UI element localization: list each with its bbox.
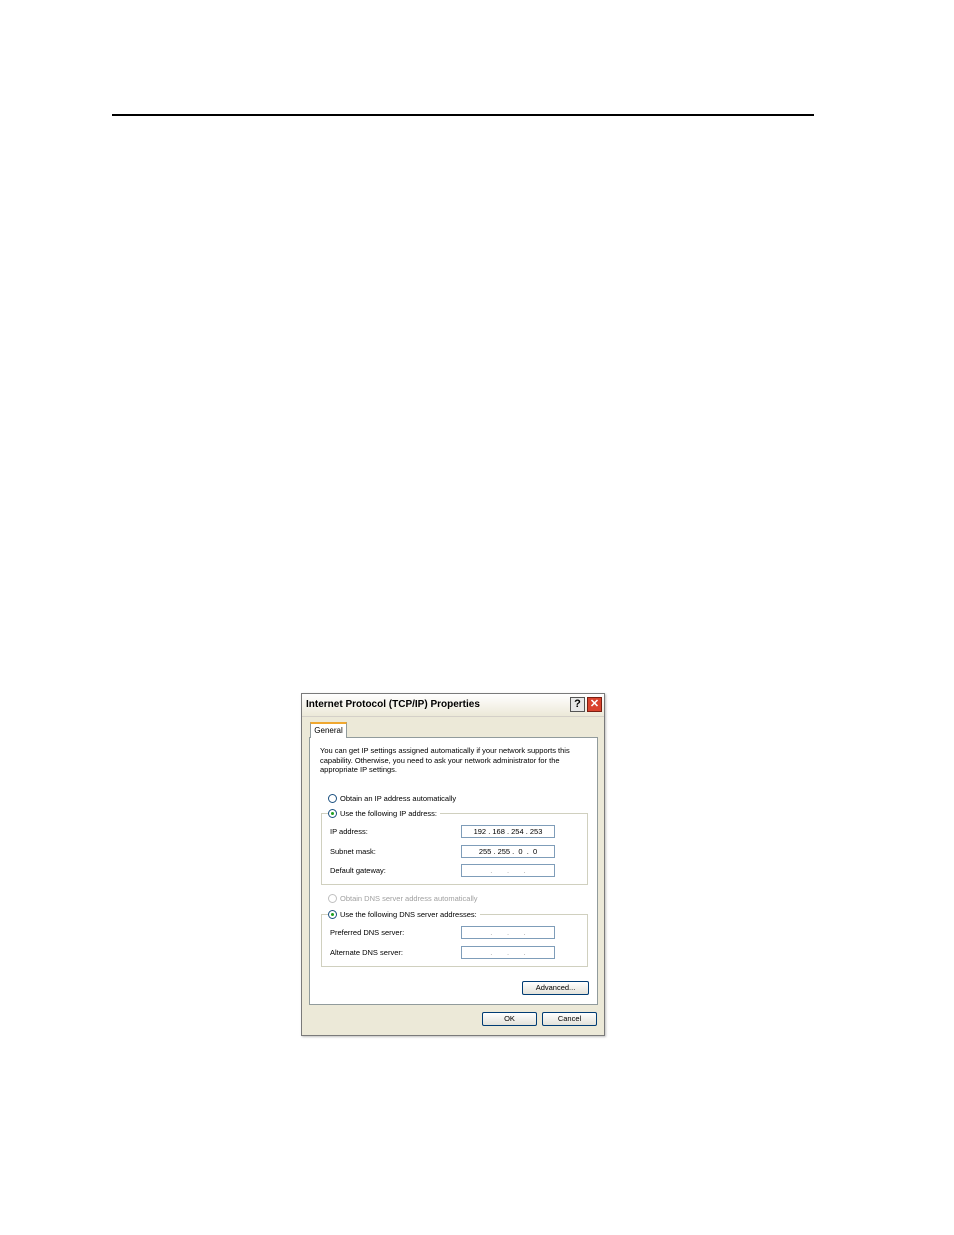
ip-address-input[interactable]: 192 . 168 . 254 . 253 bbox=[461, 825, 555, 838]
use-ip-manual-radio[interactable]: Use the following IP address: bbox=[328, 807, 440, 819]
alternate-dns-label: Alternate DNS server: bbox=[330, 948, 403, 957]
dns-server-group bbox=[321, 914, 588, 967]
tab-general[interactable]: General bbox=[310, 722, 347, 738]
general-panel: You can get IP settings assigned automat… bbox=[309, 737, 598, 1005]
radio-disabled-icon bbox=[328, 893, 337, 903]
cancel-button[interactable]: Cancel bbox=[542, 1012, 597, 1026]
subnet-mask-input[interactable]: 255 . 255 . 0 . 0 bbox=[461, 845, 555, 858]
use-dns-manual-label: Use the following DNS server addresses: bbox=[340, 909, 477, 919]
help-button[interactable]: ? bbox=[570, 697, 585, 712]
page-rule bbox=[112, 114, 814, 116]
default-gateway-label: Default gateway: bbox=[330, 866, 386, 875]
alternate-dns-input[interactable]: . . . bbox=[461, 946, 555, 959]
tcpip-properties-dialog: Internet Protocol (TCP/IP) Properties ? … bbox=[301, 693, 605, 1036]
advanced-button[interactable]: Advanced... bbox=[522, 981, 589, 995]
default-gateway-input[interactable]: . . . bbox=[461, 864, 555, 877]
preferred-dns-label: Preferred DNS server: bbox=[330, 928, 405, 937]
intro-text: You can get IP settings assigned automat… bbox=[320, 746, 570, 774]
obtain-dns-auto-label: Obtain DNS server address automatically bbox=[340, 893, 478, 903]
ok-button[interactable]: OK bbox=[482, 1012, 537, 1026]
dialog-title: Internet Protocol (TCP/IP) Properties bbox=[306, 699, 480, 710]
subnet-mask-label: Subnet mask: bbox=[330, 847, 376, 856]
radio-checked-icon bbox=[328, 909, 337, 919]
preferred-dns-input[interactable]: . . . bbox=[461, 926, 555, 939]
ip-address-label: IP address: bbox=[330, 827, 368, 836]
obtain-dns-auto-radio[interactable]: Obtain DNS server address automatically bbox=[328, 892, 481, 904]
radio-icon bbox=[328, 793, 337, 803]
title-bar: Internet Protocol (TCP/IP) Properties ? … bbox=[302, 694, 604, 717]
help-icon: ? bbox=[574, 698, 581, 710]
close-icon: ✕ bbox=[589, 698, 600, 710]
obtain-ip-auto-radio[interactable]: Obtain an IP address automatically bbox=[328, 792, 460, 804]
obtain-ip-auto-label: Obtain an IP address automatically bbox=[340, 793, 457, 803]
radio-checked-icon bbox=[328, 808, 337, 818]
use-dns-manual-radio[interactable]: Use the following DNS server addresses: bbox=[328, 908, 480, 920]
use-ip-manual-label: Use the following IP address: bbox=[340, 808, 437, 818]
close-button[interactable]: ✕ bbox=[587, 697, 602, 712]
